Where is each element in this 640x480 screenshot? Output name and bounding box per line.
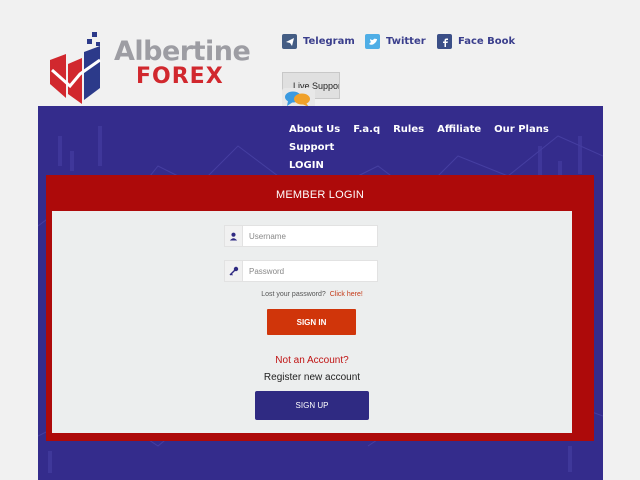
nav-login[interactable]: LOGIN	[289, 159, 324, 172]
facebook-link[interactable]: Face Book	[437, 34, 515, 49]
lost-password-row: Lost your password? Click here!	[52, 291, 572, 298]
username-input[interactable]	[243, 226, 373, 246]
telegram-icon	[282, 34, 297, 49]
twitter-icon	[365, 34, 380, 49]
sign-up-button[interactable]: SIGN UP	[255, 391, 369, 420]
password-input[interactable]	[243, 261, 373, 281]
login-title: MEMBER LOGIN	[276, 189, 364, 201]
nav-support[interactable]: Support	[289, 141, 334, 154]
nav-rules[interactable]: Rules	[393, 123, 424, 136]
nav-faq[interactable]: F.a.q	[353, 123, 380, 136]
facebook-label: Face Book	[458, 36, 516, 47]
user-icon	[225, 226, 243, 246]
twitter-label: Twitter	[386, 36, 426, 47]
nav-about-us[interactable]: About Us	[289, 123, 340, 136]
register-text: Register new account	[263, 372, 361, 383]
hero-banner: About Us F.a.q Rules Affiliate Our Plans Supp…	[38, 106, 603, 480]
logo-mark-icon	[50, 32, 101, 104]
sign-in-button[interactable]: SIGN IN	[267, 309, 356, 335]
member-login-panel: MEMBER LOGIN Lost your password? Click h…	[46, 175, 594, 441]
twitter-link[interactable]: Twitter	[365, 34, 426, 49]
login-form: Lost your password? Click here! SIGN IN …	[52, 211, 572, 433]
lost-password-text: Lost your password?	[261, 291, 326, 298]
nav-our-plans[interactable]: Our Plans	[494, 123, 549, 136]
brand-logo[interactable]: Albertine FOREX	[48, 30, 251, 110]
telegram-link[interactable]: Telegram	[282, 34, 355, 49]
main-nav: About Us F.a.q Rules Affiliate Our Plans Supp…	[289, 119, 589, 173]
username-field	[224, 225, 378, 247]
brand-name-line1: Albertine	[114, 36, 251, 67]
telegram-label: Telegram	[303, 36, 355, 47]
key-icon	[225, 261, 243, 281]
nav-affiliate[interactable]: Affiliate	[437, 123, 481, 136]
brand-name-line2: FOREX	[136, 64, 224, 89]
lost-password-link[interactable]: Click here!	[330, 291, 363, 298]
password-field	[224, 260, 378, 282]
facebook-icon	[437, 34, 452, 49]
not-account-text: Not an Account?	[275, 355, 349, 366]
